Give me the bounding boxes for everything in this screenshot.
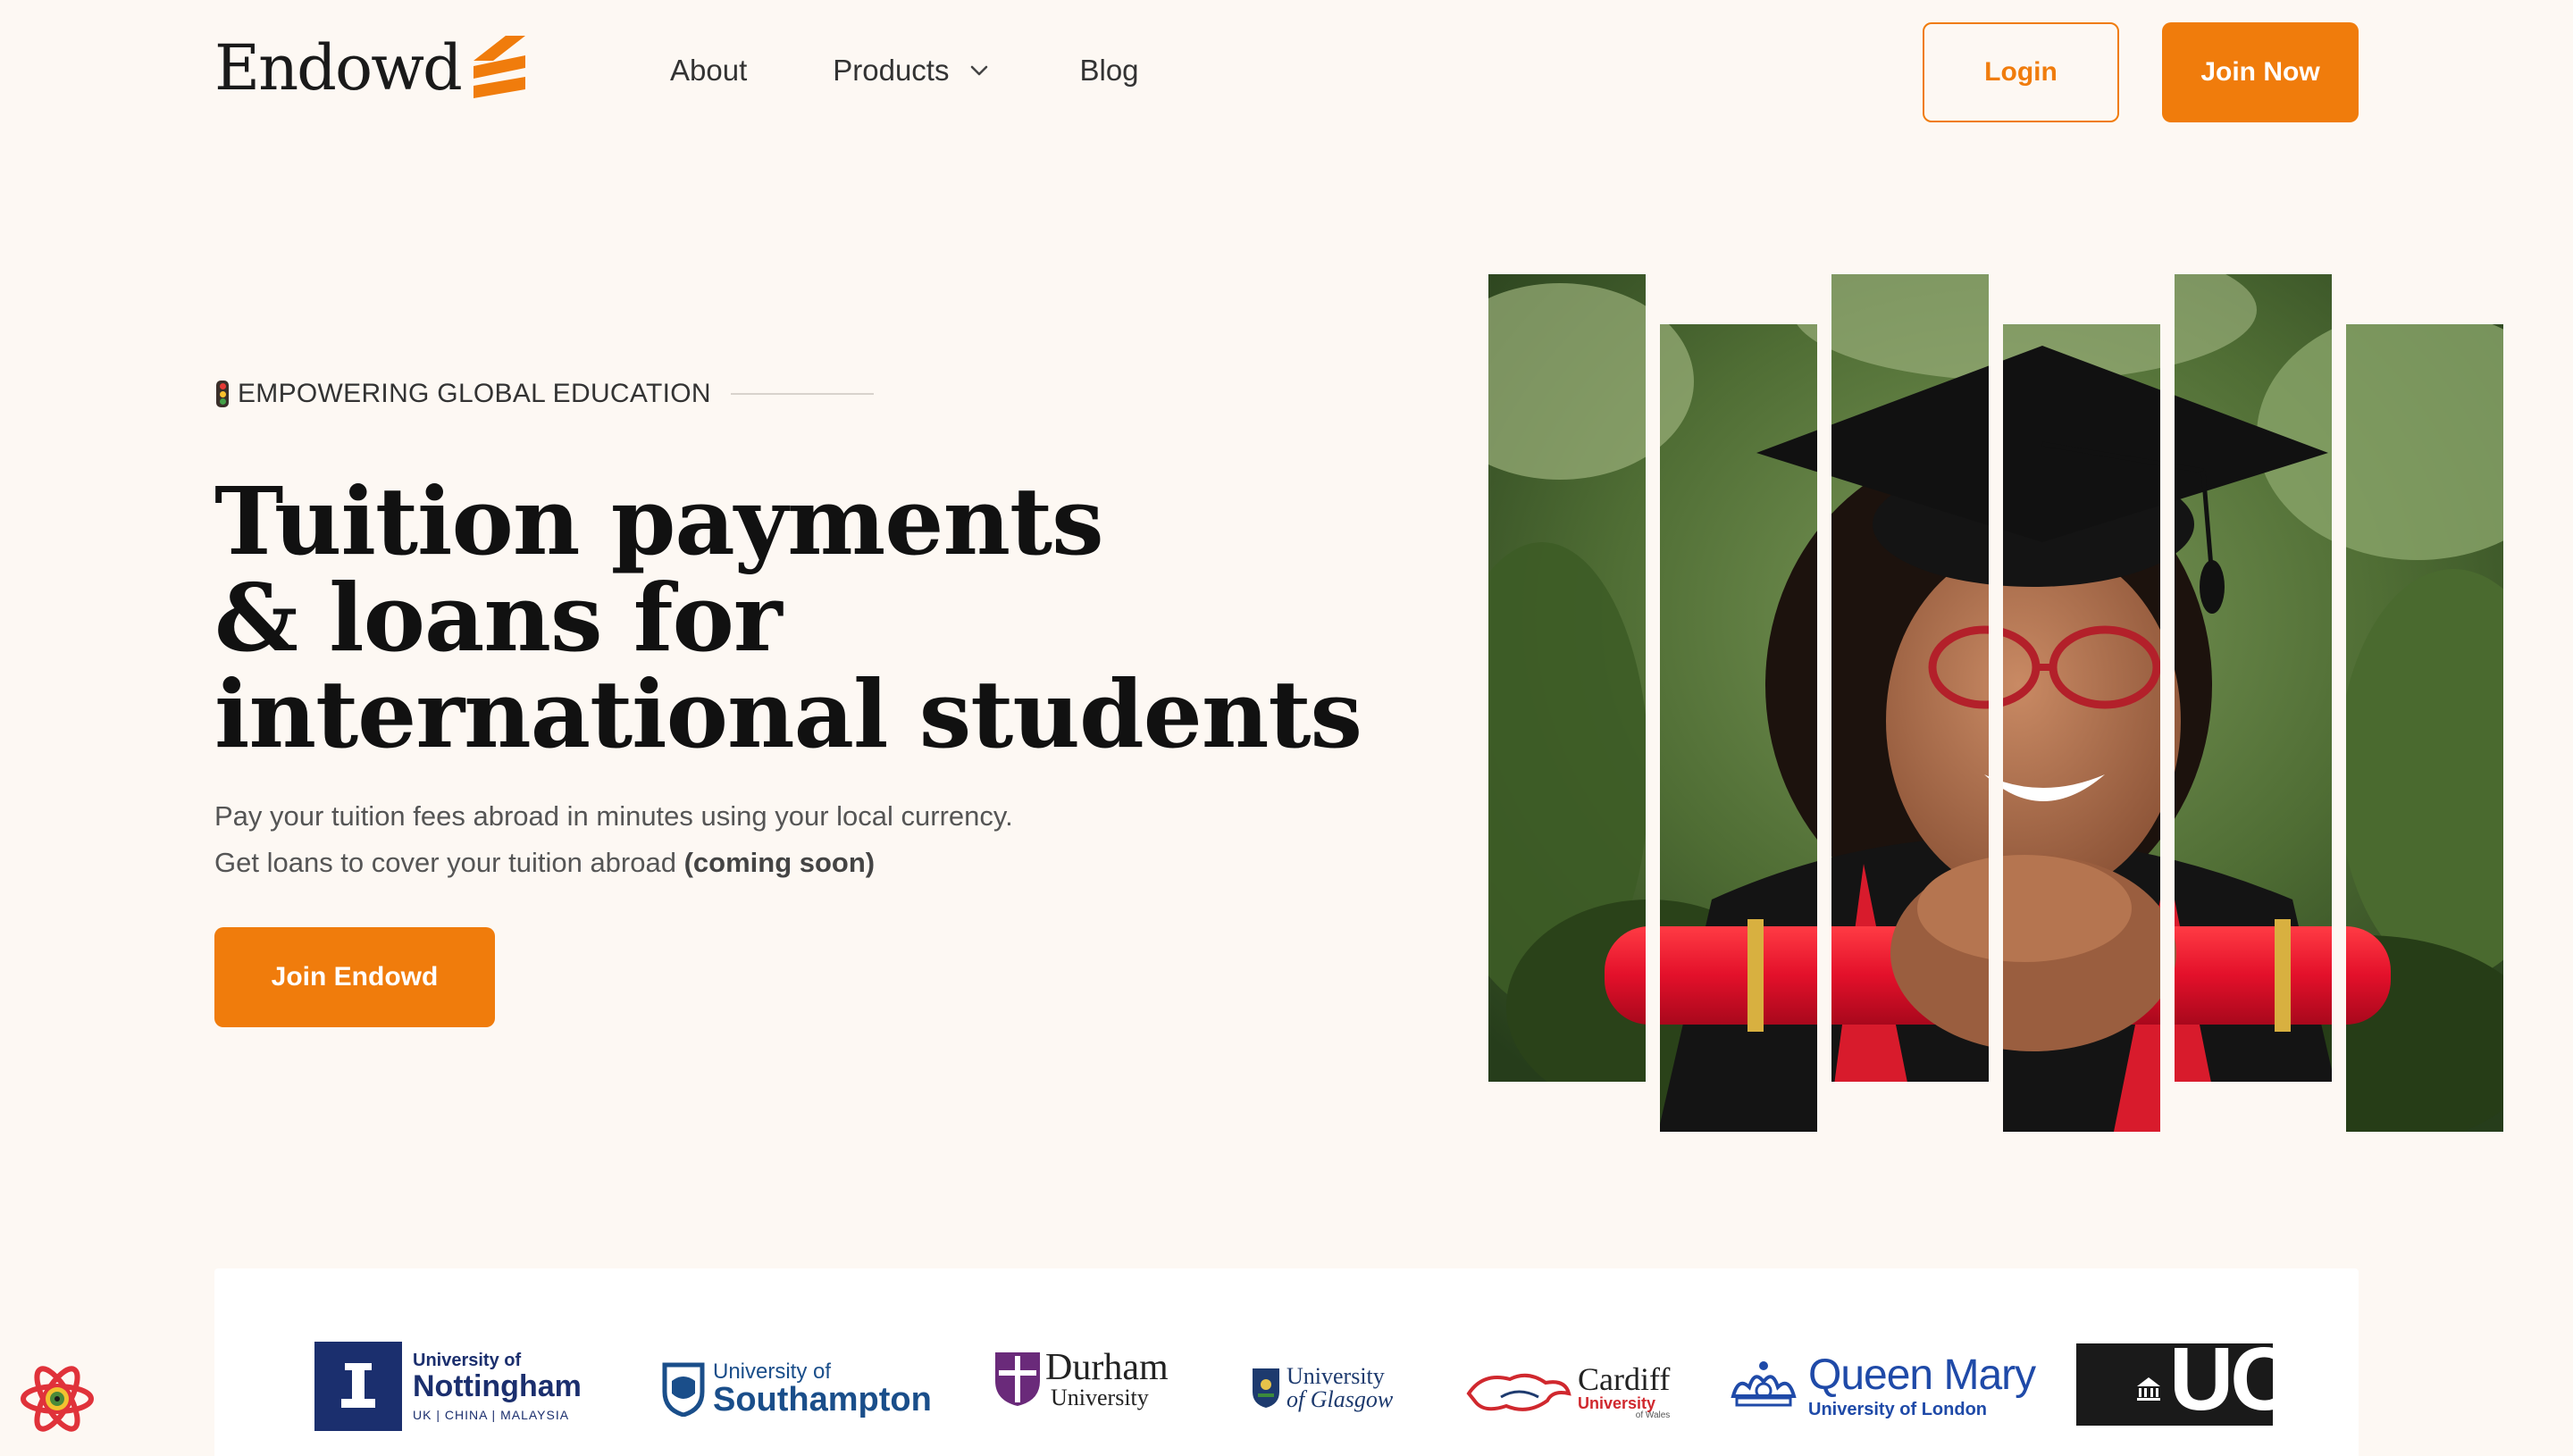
queen-mary-line-2: University of London — [1808, 1400, 1987, 1419]
endowd-logo[interactable]: Endowd — [214, 36, 529, 100]
glasgow-line-1: University — [1286, 1363, 1385, 1389]
university-logos-band: University of Nottingham UK | CHINA | MA… — [214, 1268, 2359, 1456]
coming-soon-label: (coming soon) — [683, 847, 876, 878]
subtext-line-2-prefix: Get loans to cover your tuition abroad — [214, 847, 684, 878]
subtext-line-2: Get loans to cover your tuition abroad (… — [214, 840, 1013, 886]
photo-strip-2 — [1660, 324, 1817, 1132]
cardiff-line-1: Cardiff — [1578, 1361, 1671, 1397]
logo-mark-icon — [473, 36, 525, 98]
nottingham-logo: University of Nottingham UK | CHINA | MA… — [314, 1342, 582, 1431]
southampton-line-1: University of — [713, 1360, 832, 1384]
durham-shield-icon — [995, 1352, 1040, 1406]
eyebrow-text: EMPOWERING GLOBAL EDUCATION — [238, 379, 711, 408]
subtext-line-1: Pay your tuition fees abroad in minutes … — [214, 800, 1013, 832]
photo-strip-6 — [2346, 324, 2503, 1132]
login-button[interactable]: Login — [1923, 22, 2119, 122]
durham-logo: Durham University — [993, 1349, 1169, 1410]
react-atom-icon[interactable] — [20, 1361, 95, 1436]
photo-strip-5 — [2175, 274, 2332, 1082]
graduate-photo — [1488, 274, 2503, 1132]
cardiff-dragon-icon — [1466, 1373, 1571, 1411]
main-nav: About Products Blog — [670, 54, 1139, 88]
photo-strip-4 — [2003, 324, 2160, 1132]
hero-headline: Tuition payments & loans for internation… — [214, 473, 1376, 763]
southampton-line-2: Southampton — [713, 1381, 932, 1418]
southampton-logo: University of Southampton — [661, 1361, 932, 1417]
ucl-portico-icon — [2137, 1377, 2160, 1401]
headline-line-2: & loans for — [214, 563, 783, 673]
nav-products[interactable]: Products — [833, 54, 993, 88]
cardiff-logo: Cardiff University of Wales — [1465, 1363, 1670, 1420]
join-now-button[interactable]: Join Now — [2162, 22, 2359, 122]
durham-line-1: Durham — [1045, 1347, 1169, 1388]
nav-blog[interactable]: Blog — [1079, 54, 1138, 88]
glasgow-line-2: of Glasgow — [1286, 1386, 1394, 1412]
queen-mary-crown-icon — [1731, 1361, 1797, 1407]
queen-mary-line-1: Queen Mary — [1808, 1351, 2036, 1399]
chevron-down-icon — [971, 65, 988, 76]
hero-subtext: Pay your tuition fees abroad in minutes … — [214, 793, 1013, 886]
logo-wordmark: Endowd — [214, 31, 463, 105]
southampton-shield-icon — [662, 1362, 705, 1417]
site-header: Endowd About Products Blog Login Join No… — [0, 0, 2573, 146]
glasgow-logo: University of Glasgow — [1251, 1365, 1393, 1411]
nottingham-line-1: University of — [413, 1351, 522, 1370]
queen-mary-logo: Queen Mary University of London — [1728, 1351, 2036, 1419]
cardiff-line-3: of Wales — [1635, 1410, 1671, 1420]
headline-line-1: Tuition payments — [214, 466, 1104, 576]
nav-blog-label: Blog — [1079, 54, 1139, 87]
cardiff-line-2: University — [1578, 1394, 1656, 1412]
glasgow-crest-icon — [1253, 1368, 1279, 1408]
nav-about[interactable]: About — [670, 54, 747, 88]
headline-line-3: international students — [214, 659, 1362, 769]
nottingham-line-3: UK | CHINA | MALAYSIA — [413, 1408, 570, 1422]
nottingham-line-2: Nottingham — [413, 1369, 582, 1403]
nav-about-label: About — [670, 54, 748, 87]
hero-eyebrow: EMPOWERING GLOBAL EDUCATION — [216, 379, 874, 409]
nottingham-crest-icon — [314, 1342, 402, 1431]
nav-products-label: Products — [833, 54, 950, 87]
photo-strip-3 — [1831, 274, 1989, 1082]
photo-strip-1 — [1488, 274, 1646, 1082]
ucl-logo: UC — [2076, 1343, 2273, 1426]
ucl-wordmark: UC — [2169, 1343, 2273, 1426]
eyebrow-divider — [730, 393, 874, 395]
join-endowd-button[interactable]: Join Endowd — [214, 927, 495, 1027]
traffic-light-icon — [216, 381, 229, 407]
durham-line-2: University — [1051, 1385, 1149, 1410]
